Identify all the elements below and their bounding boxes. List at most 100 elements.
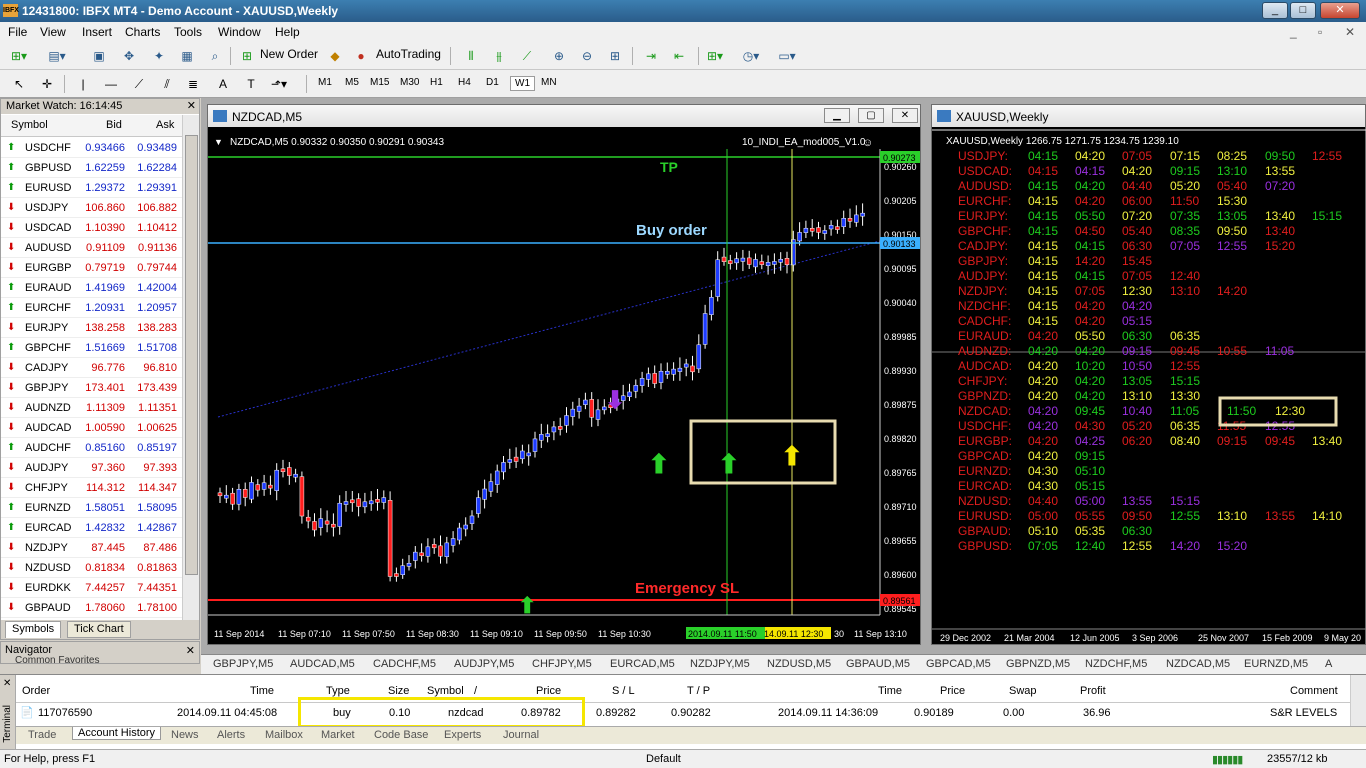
market-watch-row[interactable]: ⬇ NZDJPY 87.445 87.486 — [1, 538, 183, 558]
market-watch-row[interactable]: ⬆ USDCHF 0.93466 0.93489 — [1, 138, 183, 158]
col-close-price[interactable]: Price — [940, 685, 965, 697]
chart-tab[interactable]: CHFJPY,M5 — [532, 658, 592, 670]
market-watch-row[interactable]: ⬇ AUDUSD 0.91109 0.91136 — [1, 238, 183, 258]
market-watch-row[interactable]: ⬇ GBPAUD 1.78060 1.78100 — [1, 598, 183, 618]
terminal-tab[interactable]: News — [171, 729, 199, 741]
col-swap[interactable]: Swap — [1009, 685, 1037, 697]
menu-tools[interactable]: Tools — [174, 25, 202, 39]
templates-icon[interactable]: ▭▾ — [776, 46, 798, 66]
minimize-button[interactable]: _ — [1262, 2, 1288, 19]
navigator-icon[interactable]: ✦ — [148, 46, 170, 66]
chart-collapse-icon[interactable]: ▼ — [214, 137, 223, 147]
market-watch-row[interactable]: ⬇ AUDCAD 1.00590 1.00625 — [1, 418, 183, 438]
chart-tab[interactable]: EURCAD,M5 — [610, 658, 675, 670]
new-order-button[interactable]: New Order — [260, 47, 318, 61]
terminal-tab[interactable]: Alerts — [217, 729, 245, 741]
chart-minimize-button[interactable]: ▁ — [824, 108, 850, 123]
data-window-icon[interactable]: ✥ — [118, 46, 140, 66]
timeframe-m30[interactable]: M30 — [396, 76, 423, 89]
horizontal-line-icon[interactable]: — — [100, 74, 122, 94]
terminal-scrollbar[interactable] — [1350, 675, 1366, 727]
chart-tab[interactable]: NZDJPY,M5 — [690, 658, 750, 670]
market-watch-row[interactable]: ⬇ GBPJPY 173.401 173.439 — [1, 378, 183, 398]
timeframe-h1[interactable]: H1 — [426, 76, 447, 89]
market-watch-row[interactable]: ⬇ EURJPY 138.258 138.283 — [1, 318, 183, 338]
menu-file[interactable]: File — [8, 25, 27, 39]
navigator-close-icon[interactable]: ✕ — [186, 644, 195, 657]
market-watch-row[interactable]: ⬇ NZDUSD 0.81834 0.81863 — [1, 558, 183, 578]
navigator-tabs[interactable]: Common Favorites — [15, 655, 99, 666]
line-chart-icon[interactable]: ⟋ — [516, 46, 538, 66]
market-watch-row[interactable]: ⬆ AUDCHF 0.85160 0.85197 — [1, 438, 183, 458]
col-symbol[interactable]: Symbol — [11, 119, 48, 131]
terminal-tab[interactable]: Code Base — [374, 729, 428, 741]
tab-tick-chart[interactable]: Tick Chart — [67, 621, 131, 638]
market-watch-close-icon[interactable]: ✕ — [187, 99, 196, 112]
chart-tab[interactable]: GBPNZD,M5 — [1006, 658, 1070, 670]
candlestick-icon[interactable]: ⫵ — [488, 46, 510, 66]
market-watch-row[interactable]: ⬆ EURNZD 1.58051 1.58095 — [1, 498, 183, 518]
cursor-icon[interactable]: ↖ — [8, 74, 30, 94]
chart-shift-icon[interactable]: ⇤ — [668, 46, 690, 66]
col-time[interactable]: Time — [250, 685, 274, 697]
market-watch-row[interactable]: ⬆ GBPUSD 1.62259 1.62284 — [1, 158, 183, 178]
chart-tab[interactable]: NZDCAD,M5 — [1166, 658, 1230, 670]
metaeditor-icon[interactable]: ◆ — [324, 46, 346, 66]
col-order[interactable]: Order — [22, 685, 50, 697]
mdi-minimize-icon[interactable]: _ — [1290, 25, 1297, 39]
market-watch-row[interactable]: ⬇ USDJPY 106.860 106.882 — [1, 198, 183, 218]
col-tp[interactable]: T / P — [687, 685, 710, 697]
timeframe-m15[interactable]: M15 — [366, 76, 393, 89]
chart-tab[interactable]: CADCHF,M5 — [373, 658, 436, 670]
market-watch-row[interactable]: ⬆ EURAUD 1.41969 1.42004 — [1, 278, 183, 298]
col-price[interactable]: Price — [536, 685, 561, 697]
chart-tab[interactable]: A — [1325, 658, 1332, 670]
timeframe-w1[interactable]: W1 — [510, 76, 535, 91]
chart-tab[interactable]: GBPCAD,M5 — [926, 658, 991, 670]
col-close-time[interactable]: Time — [878, 685, 902, 697]
xauusd-chart[interactable]: XAUUSD,Weekly 1266.75 1271.75 1234.75 12… — [932, 127, 1366, 644]
terminal-tab[interactable]: Market — [321, 729, 355, 741]
nzdcad-chart[interactable]: TP Buy order Emergency SL NZDCAD,M5 0.90… — [208, 127, 920, 644]
market-watch-row[interactable]: ⬇ CADJPY 96.776 96.810 — [1, 358, 183, 378]
tab-symbols[interactable]: Symbols — [5, 621, 62, 638]
timeframe-m5[interactable]: M5 — [341, 76, 363, 89]
menu-charts[interactable]: Charts — [125, 25, 160, 39]
col-size[interactable]: Size — [388, 685, 409, 697]
chart-window-nzdcad[interactable]: NZDCAD,M5 ▁ ▢ ✕ TP Buy order Emergency S… — [207, 104, 921, 645]
autotrading-button[interactable]: AutoTrading — [376, 47, 441, 61]
menu-view[interactable]: View — [40, 25, 66, 39]
market-watch-row[interactable]: ⬆ GBPCHF 1.51669 1.51708 — [1, 338, 183, 358]
bar-chart-icon[interactable]: ⫴ — [460, 46, 482, 66]
equidistant-channel-icon[interactable]: ⫽ — [156, 74, 178, 94]
col-profit[interactable]: Profit — [1080, 685, 1106, 697]
market-watch-row[interactable]: ⬇ USDCAD 1.10390 1.10412 — [1, 218, 183, 238]
market-watch-row[interactable]: ⬇ AUDNZD 1.11309 1.11351 — [1, 398, 183, 418]
terminal-close-icon[interactable]: ✕ — [3, 678, 11, 689]
text-label-icon[interactable]: T — [240, 74, 262, 94]
fibonacci-icon[interactable]: ≣ — [182, 74, 204, 94]
chart-tab[interactable]: AUDCAD,M5 — [290, 658, 355, 670]
new-order-icon[interactable]: ⊞ — [236, 46, 258, 66]
timeframe-h4[interactable]: H4 — [454, 76, 475, 89]
timeframe-d1[interactable]: D1 — [482, 76, 503, 89]
mdi-close-icon[interactable]: ✕ — [1345, 25, 1355, 39]
timeframe-m1[interactable]: M1 — [314, 76, 336, 89]
tile-windows-icon[interactable]: ⊞ — [604, 46, 626, 66]
crosshair-icon[interactable]: ✛ — [36, 74, 58, 94]
arrows-icon[interactable]: ⬏▾ — [268, 74, 290, 94]
chart-restore-button[interactable]: ▢ — [858, 108, 884, 123]
col-type[interactable]: Type — [326, 685, 350, 697]
market-watch-row[interactable]: ⬇ CHFJPY 114.312 114.347 — [1, 478, 183, 498]
strategy-tester-icon[interactable]: ⌕ — [204, 46, 226, 66]
menu-help[interactable]: Help — [275, 25, 300, 39]
terminal-icon[interactable]: ▦ — [176, 46, 198, 66]
market-watch-row[interactable]: ⬆ EURCAD 1.42832 1.42867 — [1, 518, 183, 538]
market-watch-row[interactable]: ⬇ EURDKK 7.44257 7.44351 — [1, 578, 183, 598]
trendline-icon[interactable]: ⟋ — [128, 74, 150, 94]
indicators-icon[interactable]: ⊞▾ — [704, 46, 726, 66]
menu-window[interactable]: Window — [218, 25, 261, 39]
col-sl[interactable]: S / L — [612, 685, 635, 697]
autoscroll-icon[interactable]: ⇥ — [640, 46, 662, 66]
text-icon[interactable]: A — [212, 74, 234, 94]
